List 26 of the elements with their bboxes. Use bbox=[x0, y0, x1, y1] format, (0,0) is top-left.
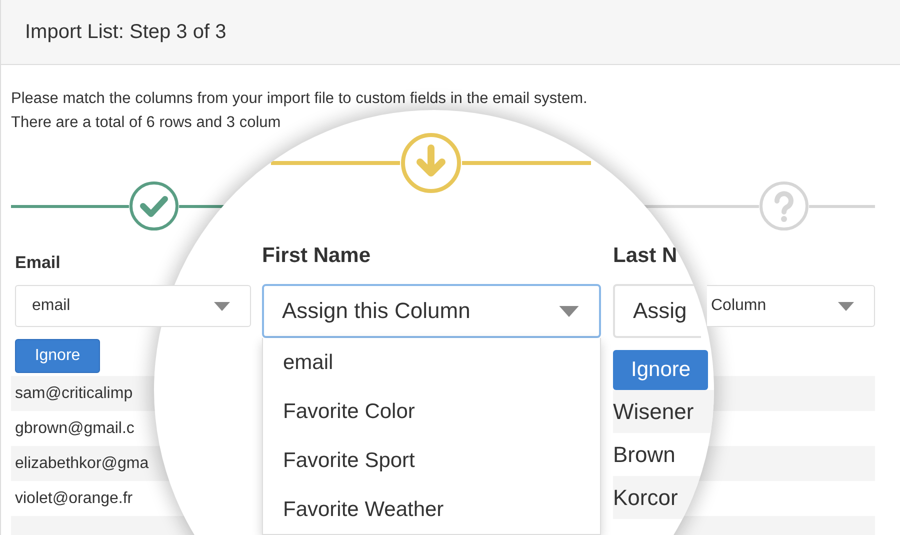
table-cell: Korcor bbox=[613, 484, 678, 510]
column-select[interactable]: Assig bbox=[613, 284, 701, 338]
table-cell: elizabethkor@gma bbox=[15, 454, 149, 472]
table-cell: sam@criticalimp bbox=[15, 384, 133, 402]
caret-icon bbox=[559, 306, 579, 316]
table-cell: gbrown@gmail.c bbox=[15, 420, 134, 438]
dropdown-option[interactable]: Favorite Color bbox=[263, 387, 600, 436]
column-header: Email bbox=[15, 253, 62, 274]
caret-icon bbox=[838, 302, 854, 310]
ignore-button[interactable]: Ignore bbox=[15, 339, 100, 373]
table-cell: violet@orange.fr bbox=[15, 490, 133, 508]
table-cell: Brown bbox=[613, 442, 676, 468]
dropdown-option[interactable]: Favorite Weather bbox=[263, 485, 600, 534]
column-select[interactable]: Column bbox=[707, 285, 875, 327]
column-header: First Name bbox=[262, 244, 372, 269]
dropdown-option[interactable]: Favorite Sport bbox=[263, 436, 600, 485]
intro-text: Please match the columns from your import file to custom fields in the email system. bbox=[11, 89, 588, 109]
column-header: Last N bbox=[613, 244, 678, 269]
page-title: Import List: Step 3 of 3 bbox=[25, 20, 226, 44]
column-select[interactable]: email bbox=[15, 285, 251, 327]
intro-text: There are a total of 6 rows and 3 colum bbox=[11, 113, 281, 133]
ignore-button[interactable]: Ignore bbox=[613, 350, 708, 390]
column-select[interactable]: Assign this Column bbox=[262, 284, 601, 338]
dropdown-option[interactable]: email bbox=[263, 338, 600, 387]
caret-icon bbox=[214, 302, 230, 310]
table-cell: Wisener bbox=[613, 398, 694, 424]
